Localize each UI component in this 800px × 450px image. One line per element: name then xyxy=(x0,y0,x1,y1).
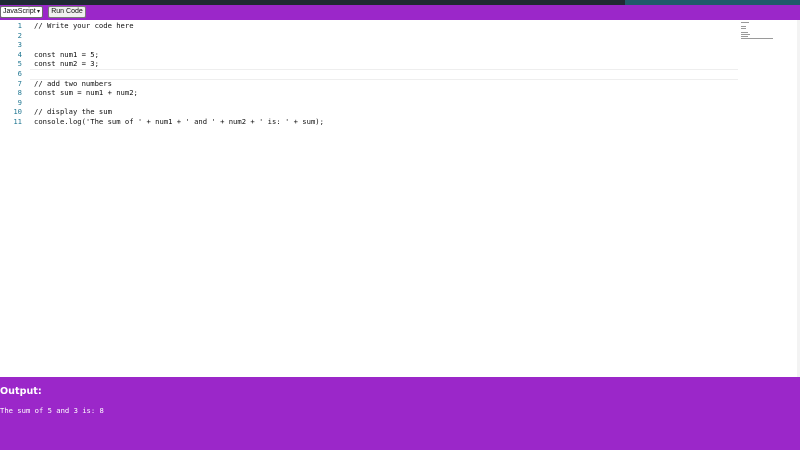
run-code-button[interactable]: Run Code xyxy=(48,6,86,18)
minimap-line xyxy=(741,32,748,33)
output-text: The sum of 5 and 3 is: 8 xyxy=(0,406,104,415)
line-number: 2 xyxy=(17,30,22,40)
language-select[interactable]: JavaScript ▾ xyxy=(0,6,43,18)
toolbar: JavaScript ▾ Run Code xyxy=(0,5,800,20)
output-panel: Output: The sum of 5 and 3 is: 8 xyxy=(0,377,800,450)
minimap-line xyxy=(741,36,748,37)
line-number-gutter: 1 2 3 4 5 6 7 8 9 10 11 xyxy=(0,20,26,377)
code-line[interactable]: const sum = num1 + num2; xyxy=(34,88,138,98)
line-number: 9 xyxy=(17,97,22,107)
code-line[interactable]: const num1 = 5; xyxy=(34,50,99,60)
code-line[interactable]: // add two numbers xyxy=(34,79,112,89)
code-line[interactable]: console.log('The sum of ' + num1 + ' and… xyxy=(34,117,324,127)
minimap-line xyxy=(741,28,746,29)
current-line-highlight xyxy=(30,69,738,80)
code-line[interactable]: // Write your code here xyxy=(34,21,134,31)
line-number: 6 xyxy=(17,69,22,78)
code-line[interactable]: // display the sum xyxy=(34,107,112,117)
minimap-line xyxy=(741,38,773,39)
line-number: 1 xyxy=(17,21,22,30)
chevron-down-icon: ▾ xyxy=(36,9,40,15)
line-number: 5 xyxy=(17,59,22,69)
line-number: 8 xyxy=(17,88,22,98)
language-select-value: JavaScript xyxy=(3,8,36,15)
code-editor[interactable]: 1 2 3 4 5 6 7 8 9 10 11 // Write your co… xyxy=(0,20,800,377)
line-number: 3 xyxy=(17,40,22,50)
minimap-line xyxy=(741,34,750,35)
line-number: 7 xyxy=(17,78,22,88)
code-line[interactable]: const num2 = 3; xyxy=(34,59,99,69)
editor-minimap[interactable] xyxy=(741,20,800,50)
minimap-line xyxy=(741,26,746,27)
line-number: 10 xyxy=(13,107,22,117)
line-number: 11 xyxy=(13,117,22,126)
line-number: 4 xyxy=(17,49,22,59)
minimap-line xyxy=(741,22,749,23)
output-title: Output: xyxy=(0,386,42,397)
